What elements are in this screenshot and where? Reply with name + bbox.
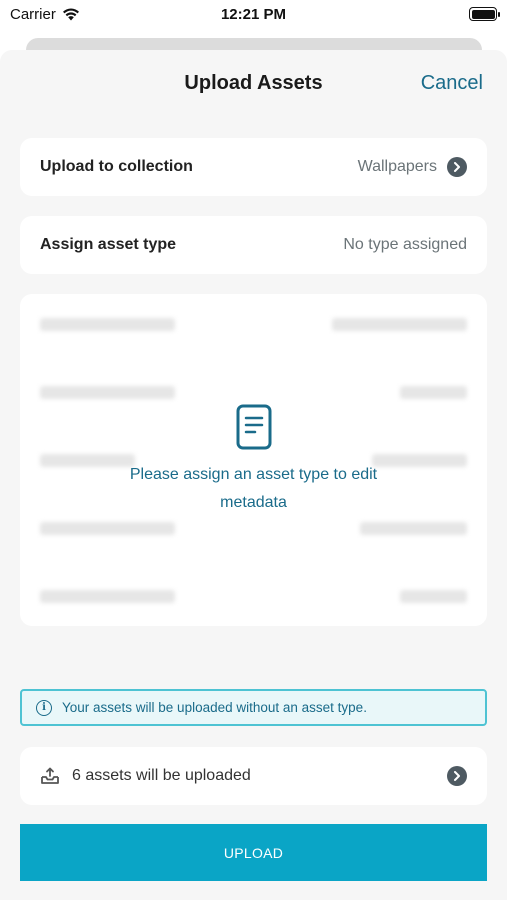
asset-type-card[interactable]: Assign asset type No type assigned: [20, 216, 487, 274]
collection-card[interactable]: Upload to collection Wallpapers: [20, 138, 487, 196]
upload-tray-icon: [41, 767, 59, 784]
upload-button[interactable]: UPLOAD: [20, 824, 487, 881]
metadata-card: Please assign an asset type to edit meta…: [20, 294, 487, 626]
document-icon: [236, 404, 271, 450]
upload-summary-card[interactable]: 6 assets will be uploaded: [20, 747, 487, 805]
collection-value: Wallpapers: [357, 158, 437, 175]
info-icon: i: [36, 699, 52, 716]
status-bar: Carrier 12:21 PM: [0, 0, 507, 32]
metadata-message: Please assign an asset type to edit meta…: [129, 466, 378, 511]
chevron-right-icon: [447, 157, 467, 177]
collection-label: Upload to collection: [40, 158, 193, 175]
upload-summary-text: 6 assets will be uploaded: [72, 767, 251, 784]
asset-type-label: Assign asset type: [40, 236, 177, 253]
battery-icon: [469, 7, 500, 21]
info-banner-text: Your assets will be uploaded without an …: [62, 700, 367, 715]
asset-type-value: No type assigned: [343, 236, 467, 253]
chevron-right-icon: [447, 766, 467, 786]
cancel-button[interactable]: Cancel: [421, 72, 483, 95]
info-banner: i Your assets will be uploaded without a…: [20, 689, 487, 726]
status-time: 12:21 PM: [220, 6, 287, 23]
